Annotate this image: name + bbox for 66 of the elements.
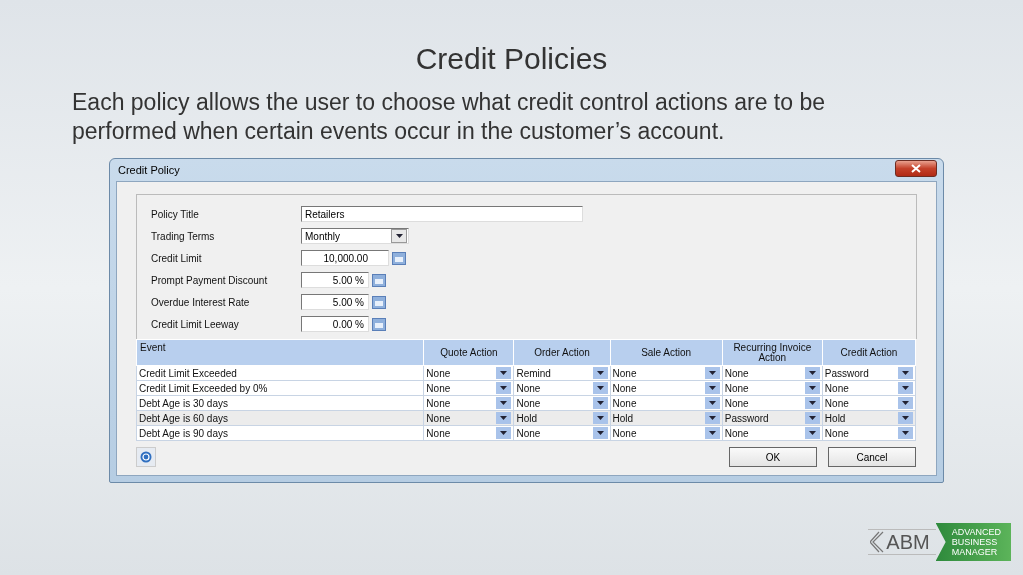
slide-text: Each policy allows the user to choose what credit control actions are to be performed when certain events occur in the customer’s account. — [72, 88, 826, 146]
window-title: Credit Policy — [118, 164, 180, 176]
slide-title: Credit Policies — [415, 41, 608, 76]
caret-icon[interactable] — [500, 371, 508, 375]
caret-icon[interactable] — [808, 431, 816, 435]
column-header: Recurring Invoice Action — [722, 339, 823, 366]
caret-icon[interactable] — [708, 416, 716, 420]
cancel-button[interactable]: Cancel — [828, 447, 916, 467]
table-row[interactable]: Credit Limit Exceeded None Remind None None Password — [136, 365, 916, 381]
caret-icon[interactable] — [395, 234, 403, 238]
calculator-icon[interactable] — [392, 251, 406, 265]
close-button[interactable] — [895, 159, 937, 177]
caret-icon[interactable] — [808, 401, 816, 405]
caret-icon[interactable] — [902, 431, 909, 435]
column-header: Sale Action — [610, 339, 723, 366]
caret-icon[interactable] — [708, 431, 716, 435]
caret-icon[interactable] — [808, 386, 816, 390]
field-label: Credit Limit — [151, 252, 203, 264]
caret-icon[interactable] — [596, 416, 604, 420]
caret-icon[interactable] — [708, 401, 716, 405]
field-label: Trading Terms — [151, 230, 216, 242]
caret-icon[interactable] — [500, 416, 508, 420]
caret-icon[interactable] — [500, 386, 508, 390]
logo-text: BUSINESS — [951, 537, 999, 547]
column-header: Order Action — [513, 339, 611, 366]
table-row[interactable]: Debt Age is 60 days None Hold Hold Password Hold — [136, 410, 916, 426]
ok-button[interactable]: OK — [729, 447, 817, 467]
caret-icon[interactable] — [902, 386, 909, 390]
caret-icon[interactable] — [902, 401, 909, 405]
caret-icon[interactable] — [808, 416, 816, 420]
calculator-icon[interactable] — [372, 317, 386, 331]
column-header: Event — [136, 339, 424, 366]
field-label: Policy Title — [151, 208, 200, 220]
help-icon[interactable] — [136, 447, 156, 467]
logo-mark: ABM — [886, 530, 930, 554]
column-header: Credit Action — [822, 339, 916, 366]
logo-text: MANAGER — [951, 547, 999, 557]
close-icon[interactable] — [911, 163, 921, 173]
caret-icon[interactable] — [808, 371, 816, 375]
logo-text: ADVANCED — [951, 527, 1001, 537]
caret-icon[interactable] — [902, 371, 909, 375]
field-label: Prompt Payment Discount — [151, 274, 269, 286]
input-field[interactable]: 5.00 % — [301, 272, 369, 288]
dropdown[interactable]: Monthly — [301, 228, 409, 244]
table-row[interactable]: Debt Age is 90 days None None None None None — [136, 425, 916, 441]
input-field[interactable]: Retailers — [301, 206, 583, 222]
calculator-icon[interactable] — [372, 295, 386, 309]
field-label: Credit Limit Leeway — [151, 318, 240, 330]
caret-icon[interactable] — [596, 371, 604, 375]
input-field[interactable]: 5.00 % — [301, 294, 369, 310]
caret-icon[interactable] — [500, 401, 508, 405]
caret-icon[interactable] — [596, 431, 604, 435]
chevron-icon — [870, 531, 885, 553]
table-row[interactable]: Credit Limit Exceeded by 0% None None None None None — [136, 380, 916, 396]
caret-icon[interactable] — [902, 416, 909, 420]
caret-icon[interactable] — [708, 371, 716, 375]
input-field[interactable]: 0.00 % — [301, 316, 369, 332]
table-row[interactable]: Debt Age is 30 days None None None None None — [136, 395, 916, 411]
column-header: Quote Action — [423, 339, 514, 366]
field-label: Overdue Interest Rate — [151, 296, 251, 308]
calculator-icon[interactable] — [372, 273, 386, 287]
input-field[interactable]: 10,000.00 — [301, 250, 389, 266]
caret-icon[interactable] — [708, 386, 716, 390]
caret-icon[interactable] — [596, 401, 604, 405]
caret-icon[interactable] — [500, 431, 508, 435]
caret-icon[interactable] — [596, 386, 604, 390]
